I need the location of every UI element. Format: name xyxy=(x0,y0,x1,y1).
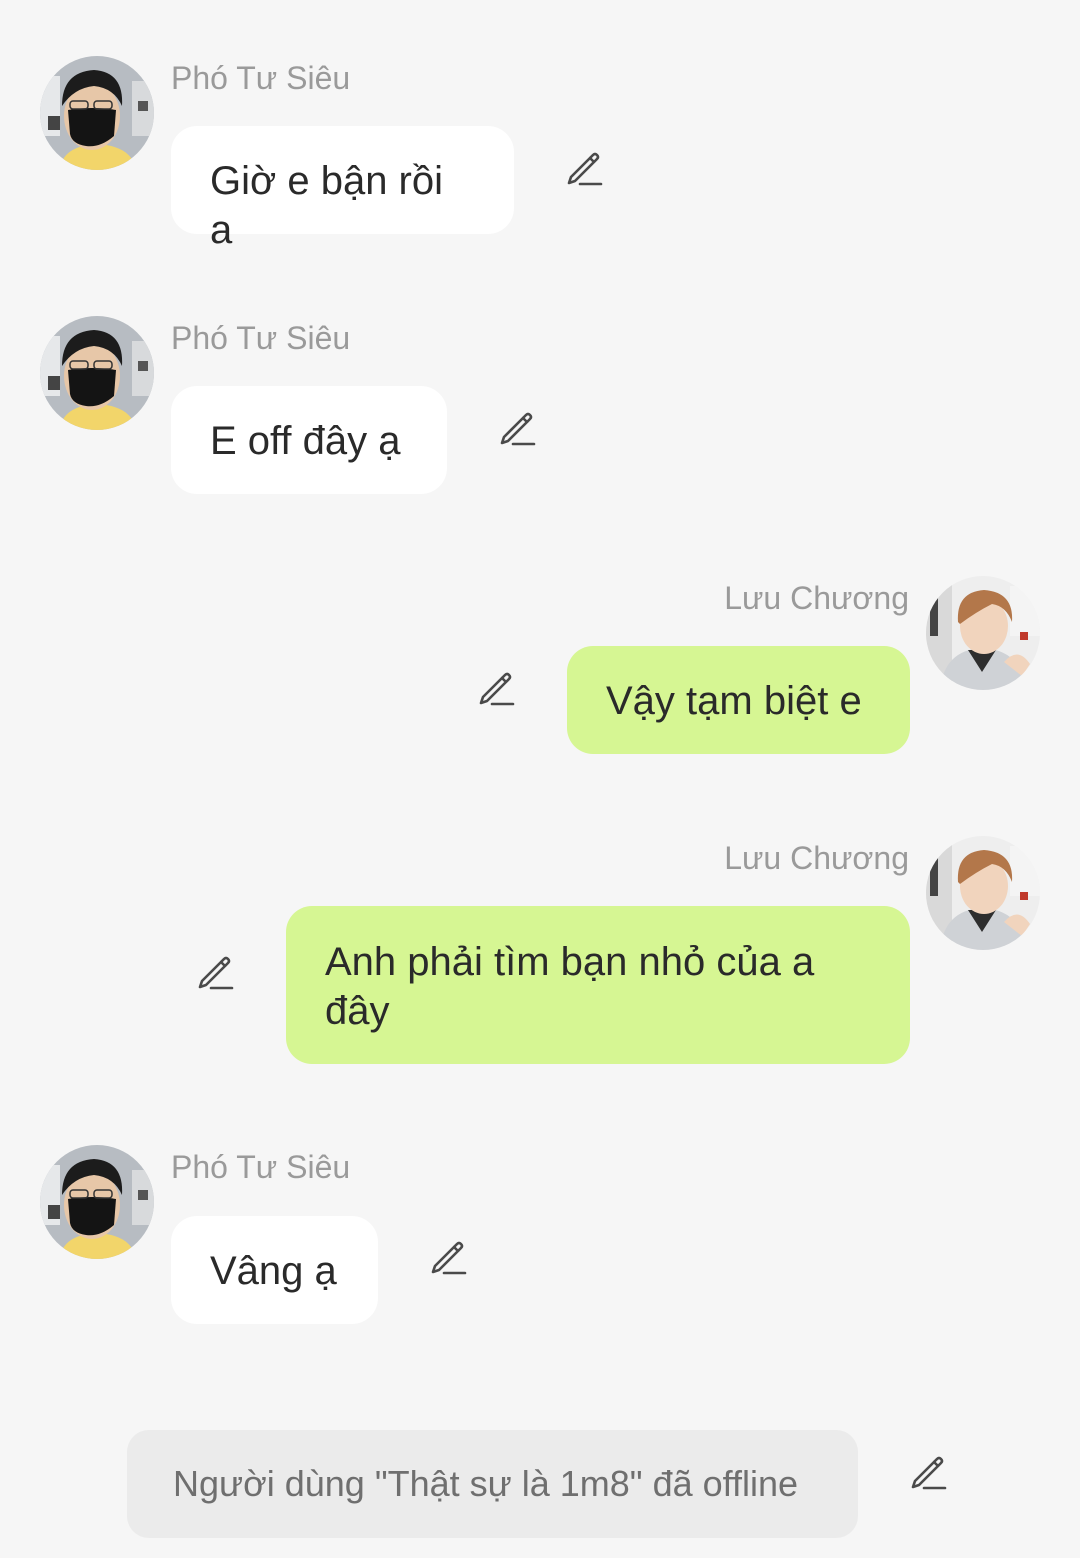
avatar[interactable] xyxy=(926,576,1040,690)
sender-name: Phó Tư Siêu xyxy=(171,1149,351,1185)
pencil-icon[interactable] xyxy=(476,668,516,708)
message-bubble[interactable]: Anh phải tìm bạn nhỏ của a đây xyxy=(286,906,910,1064)
sender-name: Phó Tư Siêu xyxy=(171,320,351,356)
system-message: Người dùng "Thật sự là 1m8" đã offline xyxy=(127,1430,858,1538)
masked-person-avatar-icon xyxy=(40,316,154,430)
avatar[interactable] xyxy=(40,1145,154,1259)
pencil-icon[interactable] xyxy=(497,408,537,448)
pencil-icon[interactable] xyxy=(195,952,235,992)
masked-person-avatar-icon xyxy=(40,56,154,170)
avatar[interactable] xyxy=(40,316,154,430)
masked-person-avatar-icon xyxy=(40,1145,154,1259)
avatar[interactable] xyxy=(40,56,154,170)
message-bubble[interactable]: Giờ e bận rồi a xyxy=(171,126,514,252)
pencil-icon[interactable] xyxy=(564,148,604,188)
light-haired-person-avatar-icon xyxy=(926,576,1040,690)
message-bubble[interactable]: E off đây ạ xyxy=(171,386,447,494)
pencil-icon[interactable] xyxy=(428,1237,468,1277)
light-haired-person-avatar-icon xyxy=(926,836,1040,950)
message-bubble[interactable]: Vâng ạ xyxy=(171,1216,378,1324)
sender-name: Lưu Chương xyxy=(724,840,909,876)
message-bubble[interactable]: Vậy tạm biệt e xyxy=(567,646,910,754)
sender-name: Phó Tư Siêu xyxy=(171,60,351,96)
avatar[interactable] xyxy=(926,836,1040,950)
pencil-icon[interactable] xyxy=(908,1452,948,1492)
sender-name: Lưu Chương xyxy=(724,580,909,616)
